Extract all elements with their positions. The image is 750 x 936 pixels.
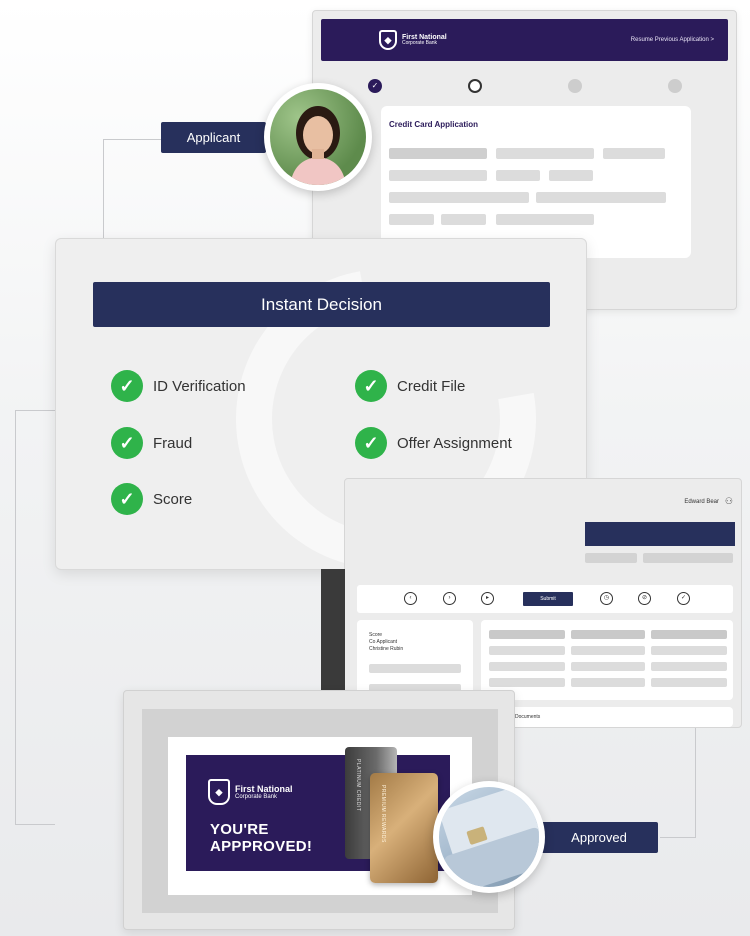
table-cell — [571, 678, 645, 687]
check-id-verification: ✓ ID Verification — [111, 370, 246, 402]
person-photo-icon — [290, 106, 346, 185]
back-icon[interactable]: ‹ — [404, 592, 417, 605]
data-table-panel — [481, 620, 733, 700]
documents-label: Documents — [515, 714, 541, 720]
table-cell — [571, 662, 645, 671]
form-field[interactable] — [496, 148, 594, 159]
table-cell — [651, 678, 727, 687]
user-icon[interactable]: ⚇ — [725, 496, 733, 507]
card-label: PLATINUM CREDIT — [355, 759, 361, 812]
check-icon: ✓ — [111, 427, 143, 459]
form-field[interactable] — [603, 148, 665, 159]
shield-icon: ◆ — [208, 779, 230, 805]
score-field — [369, 664, 461, 673]
check-label: ID Verification — [153, 377, 246, 395]
table-cell — [571, 646, 645, 655]
score-panel: Score Co Applicant Christine Rubin — [357, 620, 473, 700]
step-2-current — [468, 79, 482, 93]
approval-message: YOU'RE APPPROVED! — [210, 821, 313, 855]
form-field[interactable] — [496, 170, 540, 181]
check-icon: ✓ — [111, 370, 143, 402]
step-3 — [568, 79, 582, 93]
check-credit-file: ✓ Credit File — [355, 370, 465, 402]
credit-card-photo — [433, 781, 545, 893]
credit-card-icon — [440, 787, 539, 887]
bank-subname: Corporate Bank — [235, 793, 278, 800]
approved-tag: Approved — [540, 822, 658, 853]
form-field[interactable] — [496, 214, 594, 225]
check-icon: ✓ — [355, 427, 387, 459]
table-cell — [489, 630, 565, 639]
form-field[interactable] — [389, 148, 487, 159]
form-field[interactable] — [536, 192, 666, 203]
table-cell — [651, 630, 727, 639]
play-icon[interactable]: ▸ — [481, 592, 494, 605]
dashboard-header-bar — [585, 522, 735, 546]
check-label: Score — [153, 490, 193, 508]
user-name: Edward Bear — [684, 499, 719, 505]
applicant-avatar — [264, 83, 372, 191]
check-score: ✓ Score — [111, 483, 192, 515]
table-cell — [489, 646, 565, 655]
forward-icon[interactable]: › — [443, 592, 456, 605]
score-details: Score Co Applicant Christine Rubin — [369, 632, 404, 652]
table-cell — [651, 662, 727, 671]
connector-applicant — [103, 139, 161, 239]
clock-icon[interactable]: ◷ — [600, 592, 613, 605]
form-field[interactable] — [549, 170, 593, 181]
application-form: Credit Card Application — [381, 106, 691, 258]
check-fraud: ✓ Fraud — [111, 427, 192, 459]
connector-left — [15, 410, 55, 825]
check-icon: ✓ — [111, 483, 143, 515]
form-field[interactable] — [389, 170, 487, 181]
progress-stepper: ✓ — [368, 79, 688, 93]
check-icon: ✓ — [355, 370, 387, 402]
table-header-cell — [643, 553, 733, 563]
applicant-tag: Applicant — [161, 122, 266, 153]
card-label: PREMIUM REWARDS — [380, 785, 386, 843]
table-header-cell — [585, 553, 637, 563]
step-1-done: ✓ — [368, 79, 382, 93]
shield-icon: ◆ — [379, 30, 397, 50]
documents-panel[interactable]: Documents — [509, 707, 733, 727]
form-field[interactable] — [389, 214, 434, 225]
connector-right — [660, 728, 696, 838]
table-cell — [571, 630, 645, 639]
table-cell — [651, 646, 727, 655]
action-toolbar: ‹ › ▸ Submit ◷ ⊘ ✓ — [357, 585, 733, 613]
check-label: Offer Assignment — [397, 434, 512, 452]
premium-card-image: PREMIUM REWARDS — [370, 773, 438, 883]
table-cell — [489, 662, 565, 671]
decline-icon[interactable]: ⊘ — [638, 592, 651, 605]
bank-logo: ◆ First National Corporate Bank — [379, 30, 447, 50]
decision-title: Instant Decision — [93, 282, 550, 327]
form-field[interactable] — [441, 214, 486, 225]
check-offer-assignment: ✓ Offer Assignment — [355, 427, 512, 459]
check-label: Fraud — [153, 434, 193, 452]
form-field[interactable] — [389, 192, 529, 203]
bank-subname: Corporate Bank — [402, 40, 438, 46]
form-title: Credit Card Application — [389, 120, 479, 129]
resume-application-link[interactable]: Resume Previous Application > — [631, 37, 714, 43]
step-4 — [668, 79, 682, 93]
application-header: ◆ First National Corporate Bank Resume P… — [321, 19, 728, 61]
table-cell — [489, 678, 565, 687]
bank-logo: ◆ First National Corporate Bank — [208, 779, 293, 805]
bank-name: First National — [235, 783, 293, 794]
submit-button[interactable]: Submit — [523, 592, 573, 606]
check-label: Credit File — [397, 377, 466, 395]
approve-icon[interactable]: ✓ — [677, 592, 690, 605]
